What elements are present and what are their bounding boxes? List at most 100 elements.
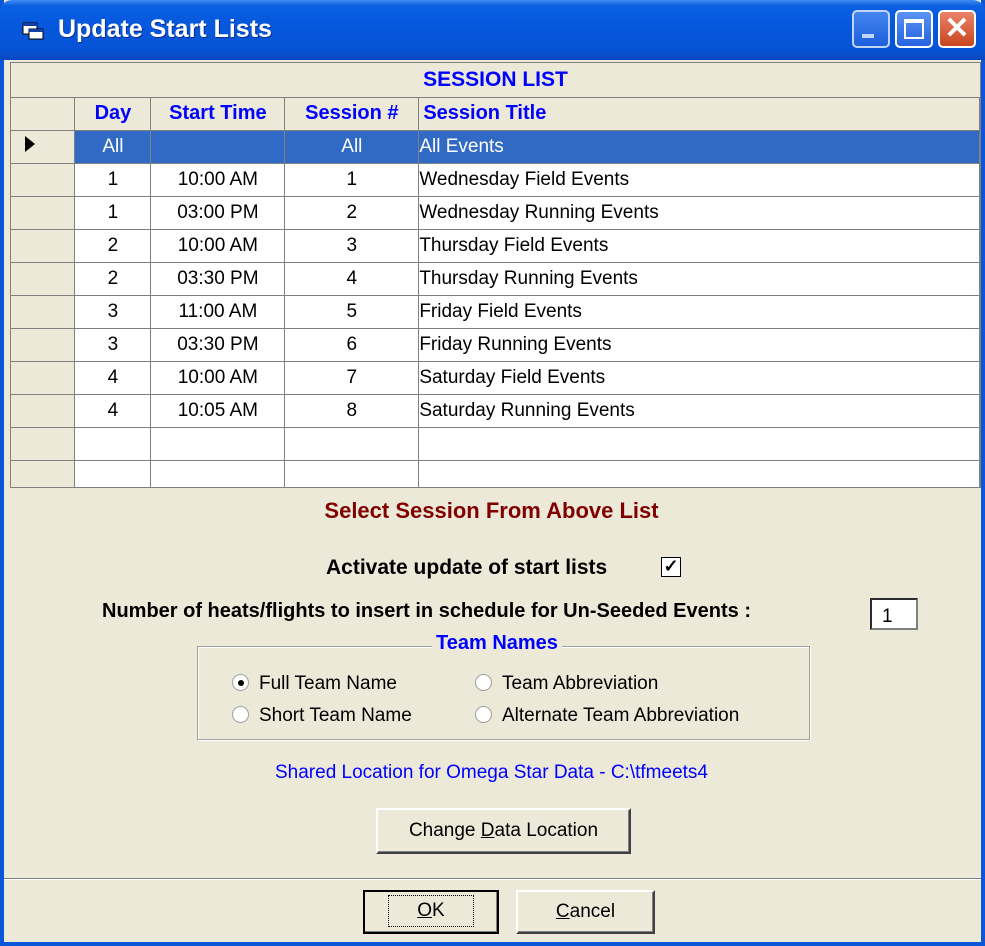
radio-team-abbreviation[interactable]: Team Abbreviation [475,673,658,695]
table-row[interactable]: 1 10:00 AM 1 Wednesday Field Events [11,163,980,197]
table-row[interactable]: 2 03:30 PM 4 Thursday Running Events [11,262,980,296]
button-separator [4,878,981,880]
button-label-prefix: Change [408,820,481,841]
radio-full-team-name[interactable]: Full Team Name [232,673,397,695]
column-header-session-title[interactable]: Session Title [418,98,980,131]
row-header[interactable] [11,196,76,230]
button-accelerator: D [480,820,495,841]
cell-session-title[interactable]: Saturday Field Events [418,361,980,395]
cell-session-title[interactable]: All Events [418,130,980,164]
cell-start-time[interactable]: 10:00 AM [150,163,286,197]
row-header[interactable] [11,295,76,329]
cell-session-title[interactable]: Saturday Running Events [418,394,980,428]
cell-start-time[interactable]: 10:00 AM [150,361,286,395]
title-bar[interactable]: Update Start Lists ✕ [0,0,985,60]
radio-empty-icon [475,674,492,691]
column-header-day[interactable]: Day [74,98,152,131]
cell-day[interactable] [74,427,152,461]
cell-day[interactable]: 2 [74,262,152,296]
cell-day[interactable]: 3 [74,328,152,362]
row-header[interactable] [11,460,76,487]
cell-start-time[interactable]: 10:00 AM [150,229,286,263]
cell-day[interactable]: 4 [74,361,152,395]
row-header[interactable] [11,229,76,263]
table-row[interactable]: 1 03:00 PM 2 Wednesday Running Events [11,196,980,230]
cell-start-time[interactable]: 03:30 PM [150,328,286,362]
select-session-heading: Select Session From Above List [324,498,659,523]
button-accelerator: C [555,901,570,922]
cell-session-title[interactable] [418,427,980,461]
close-button[interactable]: ✕ [938,10,976,48]
cell-session[interactable]: 2 [284,196,420,230]
maximize-icon [904,19,924,39]
cell-session[interactable] [284,427,420,461]
table-row[interactable]: 4 10:00 AM 7 Saturday Field Events [11,361,980,395]
activate-label: Activate update of start lists [326,556,608,579]
cell-session[interactable]: All [284,130,420,164]
cell-start-time[interactable] [150,460,286,487]
cell-day[interactable] [74,460,152,487]
column-header-session[interactable]: Session # [284,98,420,131]
row-header[interactable] [11,427,76,461]
session-rows: All All All Events 1 10:00 AM 1 Wednesday Fiel… [11,130,980,487]
radio-short-team-name[interactable]: Short Team Name [232,705,412,727]
cell-session-title[interactable]: Wednesday Field Events [418,163,980,197]
session-list-grid[interactable]: SESSION LIST Day Start Time Session # Se… [10,62,981,488]
cell-day[interactable]: 2 [74,229,152,263]
minimize-icon [862,34,874,38]
cell-session-title[interactable]: Friday Field Events [418,295,980,329]
cell-session[interactable]: 3 [284,229,420,263]
cell-start-time[interactable]: 03:30 PM [150,262,286,296]
change-data-location-button[interactable]: Change Data Location [376,808,631,854]
heats-input[interactable]: 1 [870,598,918,630]
cell-day[interactable]: 1 [74,196,152,230]
activate-checkbox[interactable]: ✓ [661,557,681,577]
cell-session[interactable]: 7 [284,361,420,395]
session-table: Day Start Time Session # Session Title A… [11,98,980,487]
cell-session-title[interactable] [418,460,980,487]
window-title: Update Start Lists [58,15,272,43]
minimize-button[interactable] [852,10,890,48]
table-row[interactable]: 4 10:05 AM 8 Saturday Running Events [11,394,980,428]
cancel-button[interactable]: Cancel [516,890,655,934]
table-row[interactable]: 3 03:30 PM 6 Friday Running Events [11,328,980,362]
cell-session[interactable]: 1 [284,163,420,197]
button-label-suffix: ancel [569,901,616,922]
cell-session[interactable]: 6 [284,328,420,362]
cell-start-time[interactable]: 11:00 AM [150,295,286,329]
ok-button[interactable]: OK [363,890,499,934]
close-icon: ✕ [944,12,970,45]
table-row[interactable]: 2 10:00 AM 3 Thursday Field Events [11,229,980,263]
column-header-start-time[interactable]: Start Time [150,98,286,131]
row-header[interactable] [11,130,76,164]
cell-day[interactable]: 3 [74,295,152,329]
maximize-button[interactable] [895,10,933,48]
cell-session-title[interactable]: Friday Running Events [418,328,980,362]
table-row[interactable] [11,460,980,487]
cell-day[interactable]: 1 [74,163,152,197]
cell-session[interactable] [284,460,420,487]
radio-alternate-team-abbreviation[interactable]: Alternate Team Abbreviation [475,705,739,727]
cell-start-time[interactable]: 10:05 AM [150,394,286,428]
row-header[interactable] [11,394,76,428]
row-header[interactable] [11,328,76,362]
cell-start-time[interactable] [150,427,286,461]
heats-label: Number of heats/flights to insert in sch… [102,600,751,622]
cell-day[interactable]: All [74,130,152,164]
cell-session-title[interactable]: Wednesday Running Events [418,196,980,230]
cell-session[interactable]: 5 [284,295,420,329]
cell-session[interactable]: 4 [284,262,420,296]
cell-session-title[interactable]: Thursday Field Events [418,229,980,263]
row-header[interactable] [11,361,76,395]
cell-start-time[interactable]: 03:00 PM [150,196,286,230]
row-header[interactable] [11,262,76,296]
cell-start-time[interactable] [150,130,286,164]
cell-session[interactable]: 8 [284,394,420,428]
cell-session-title[interactable]: Thursday Running Events [418,262,980,296]
row-header[interactable] [11,163,76,197]
table-row[interactable] [11,427,980,461]
table-row[interactable]: All All All Events [11,130,980,164]
cell-day[interactable]: 4 [74,394,152,428]
current-row-pointer-icon [25,135,35,152]
table-row[interactable]: 3 11:00 AM 5 Friday Field Events [11,295,980,329]
